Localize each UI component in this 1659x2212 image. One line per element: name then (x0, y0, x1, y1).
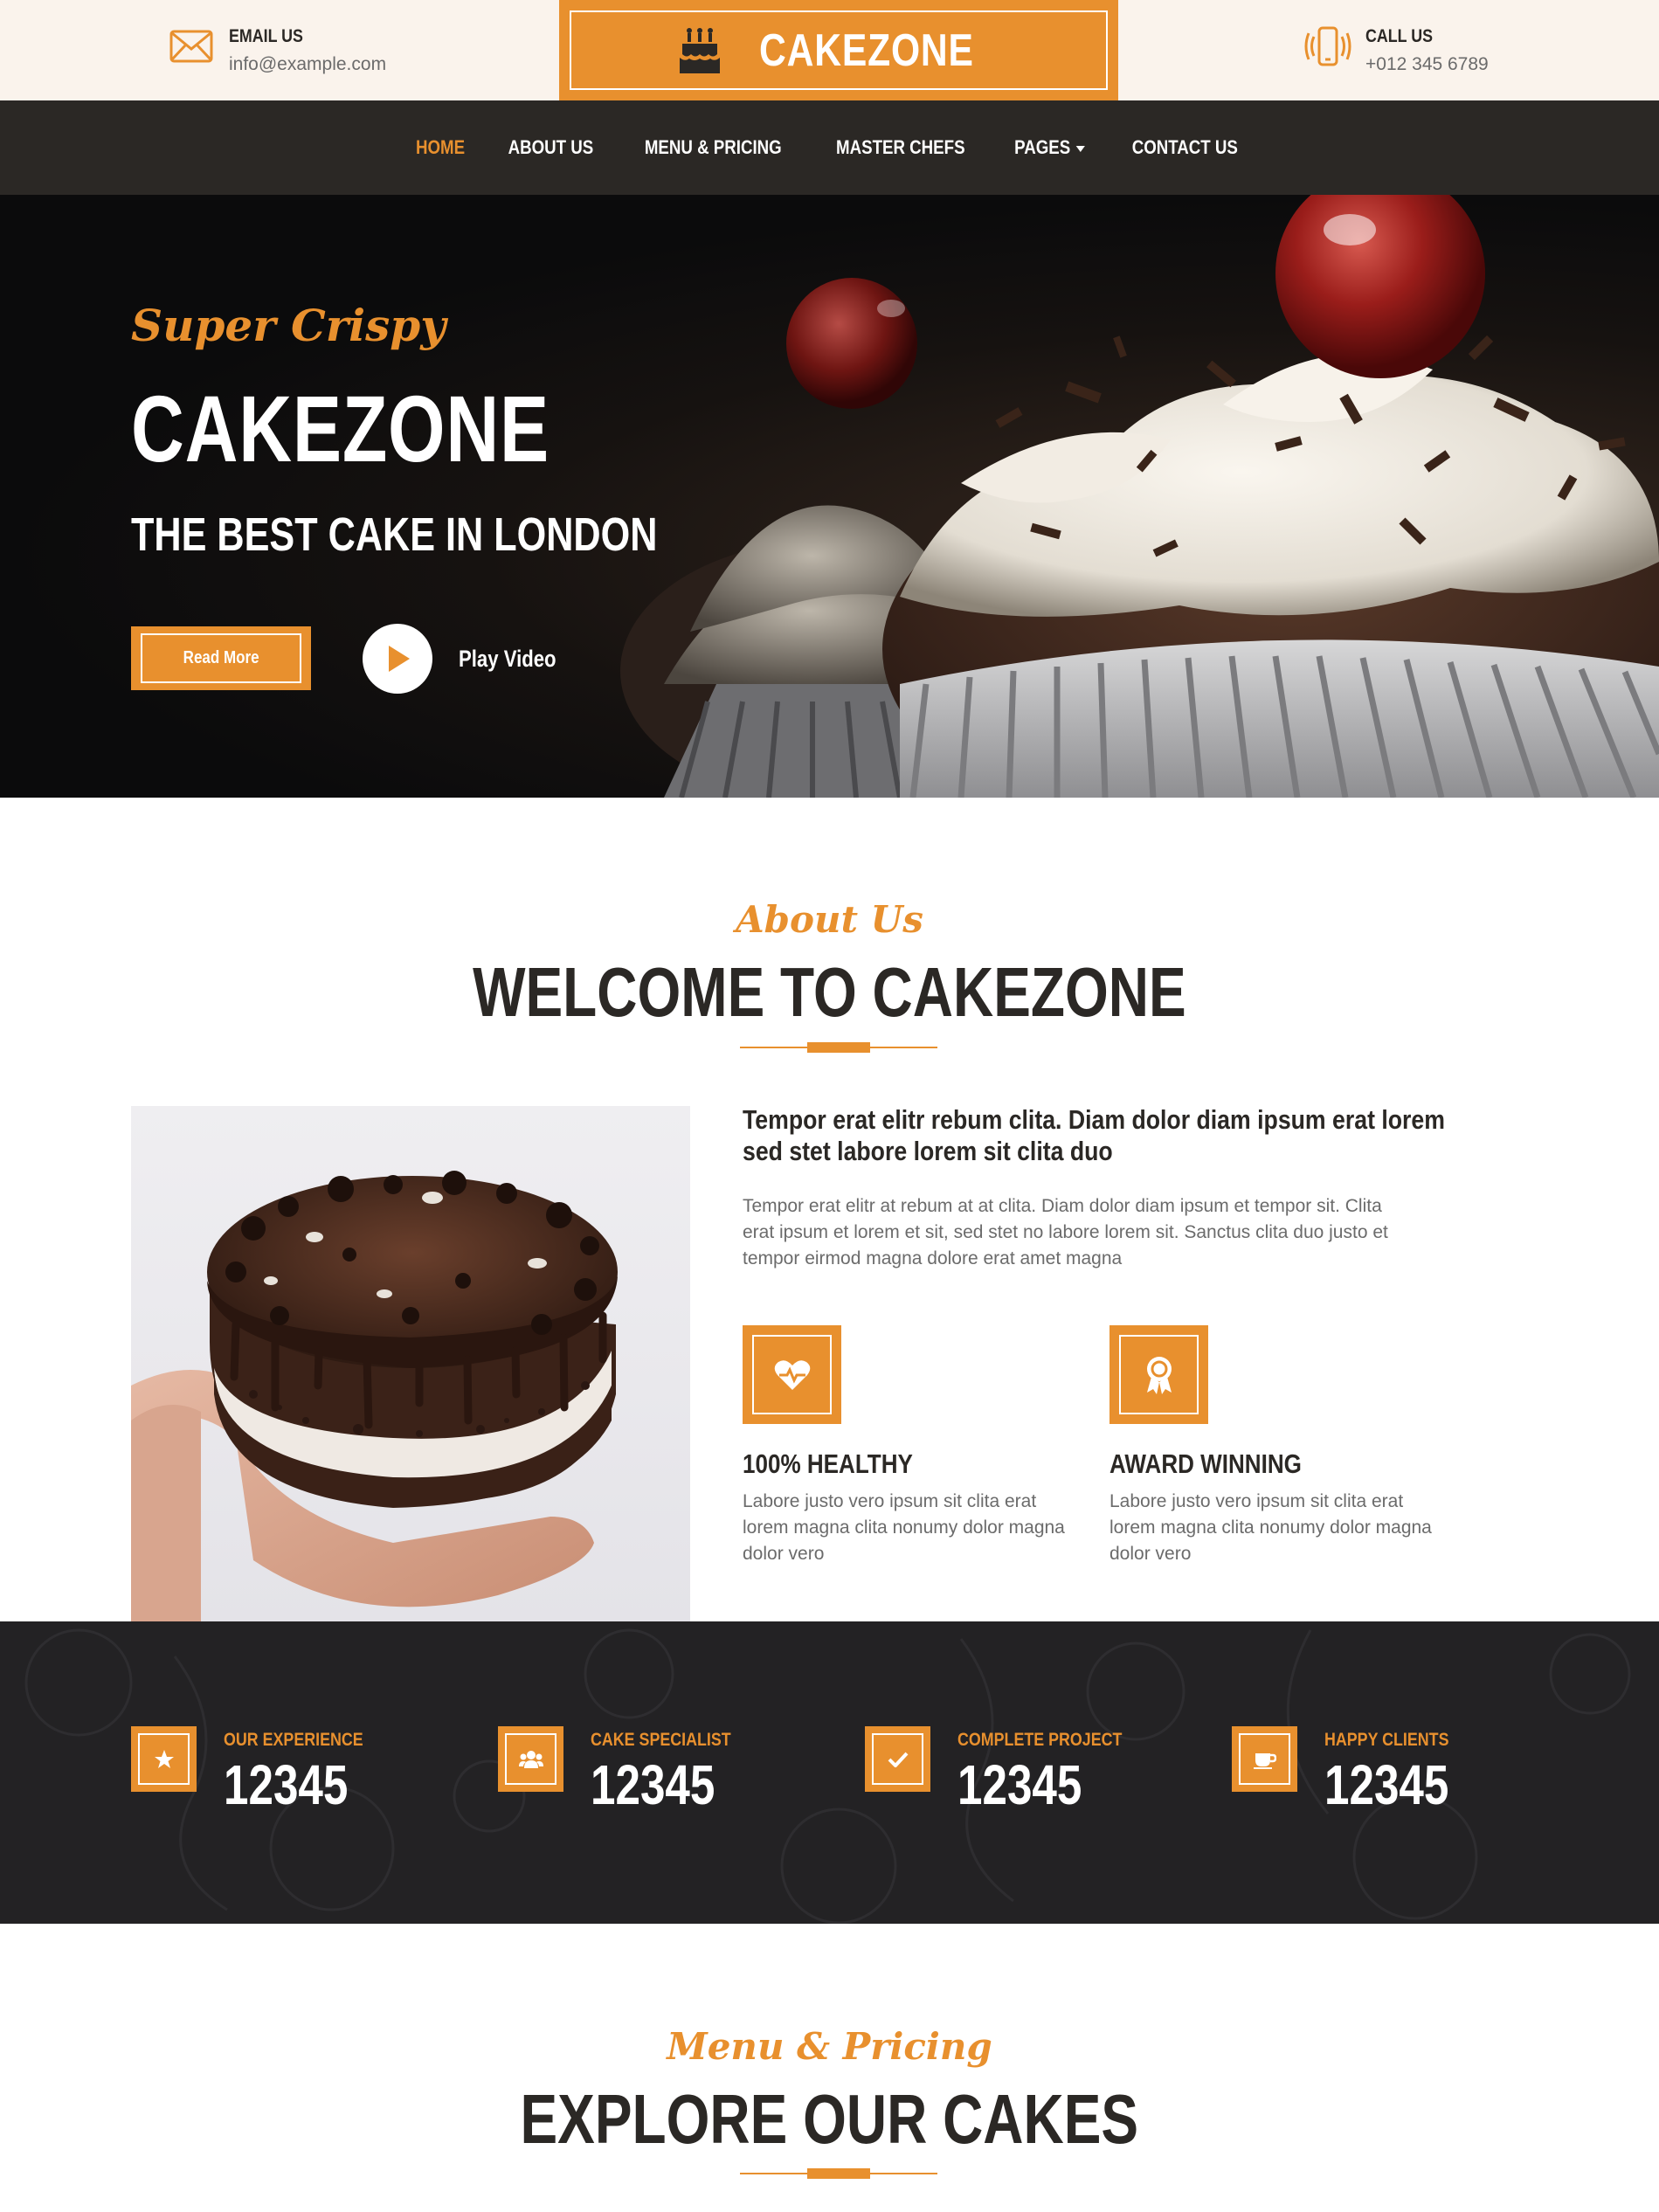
stat-experience-value: 12345 (224, 1753, 349, 1816)
nav-pages-label: PAGES (1014, 136, 1071, 158)
about-script-heading: About Us (736, 898, 923, 941)
nav-menu-pricing[interactable]: MENU & PRICING (645, 136, 782, 159)
feature-award-title: AWARD WINNING (1109, 1448, 1302, 1479)
nav-master-chefs[interactable]: MASTER CHEFS (836, 136, 965, 159)
brand-name: CAKEZONE (759, 24, 974, 76)
feature-healthy-text: Labore justo vero ipsum sit clita erat l… (743, 1491, 1065, 1564)
stat-projects-label: COMPLETE PROJECT (957, 1730, 1123, 1750)
stat-projects-value: 12345 (957, 1753, 1082, 1816)
hero-cupcake-image (620, 195, 1659, 798)
call-title: CALL US (1365, 26, 1434, 46)
check-icon (888, 1752, 908, 1767)
envelope-icon (169, 30, 213, 63)
stat-experience-icon-box (131, 1726, 197, 1792)
nav-pages-dropdown[interactable]: PAGES (1014, 136, 1086, 159)
top-bar: EMAIL US info@example.com CAKEZONE CALL … (0, 0, 1659, 100)
stat-experience-label: OUR EXPERIENCE (224, 1730, 363, 1750)
about-cake-image (131, 1106, 690, 1621)
users-icon (518, 1750, 543, 1768)
feature-award-text: Labore justo vero ipsum sit clita erat l… (1109, 1491, 1432, 1564)
email-contact[interactable]: EMAIL US info@example.com (168, 23, 386, 75)
menu-title-text: EXPLORE OUR CAKES (520, 2080, 1139, 2158)
phone-contact[interactable]: CALL US +012 345 6789 (1304, 23, 1489, 75)
hero-script-heading: Super Crispy (131, 300, 446, 351)
stat-experience: OUR EXPERIENCE 12345 (131, 1726, 388, 1817)
heart-pulse-icon (774, 1359, 810, 1390)
coffee-icon (1253, 1752, 1276, 1769)
stat-clients-value: 12345 (1324, 1753, 1449, 1816)
stat-specialist-label: CAKE SPECIALIST (591, 1730, 731, 1750)
stat-clients-label: HAPPY CLIENTS (1324, 1730, 1449, 1750)
feature-healthy: 100% HEALTHY Labore justo vero ipsum sit… (743, 1325, 1066, 1567)
brand-logo[interactable]: CAKEZONE (559, 0, 1118, 100)
menu-script-heading: Menu & Pricing (667, 2025, 992, 2068)
award-icon (1146, 1356, 1172, 1394)
star-icon (154, 1749, 174, 1768)
stat-specialist: CAKE SPECIALIST 12345 (498, 1726, 756, 1817)
stat-projects-icon-box (865, 1726, 930, 1792)
phone-vibrate-icon (1304, 26, 1351, 66)
feature-healthy-icon-box (743, 1325, 841, 1424)
nav-contact-us[interactable]: CONTACT US (1132, 136, 1238, 159)
hero-carousel: Super Crispy CAKEZONE THE BEST CAKE IN L… (0, 195, 1659, 798)
about-title-text: WELCOME TO CAKEZONE (473, 953, 1186, 1031)
email-value[interactable]: info@example.com (229, 54, 386, 75)
play-video-button[interactable] (363, 624, 432, 694)
nav-home[interactable]: HOME (416, 136, 465, 159)
stat-specialist-value: 12345 (591, 1753, 715, 1816)
play-icon (389, 646, 410, 672)
read-more-button[interactable]: Read More (131, 626, 311, 690)
menu-divider (740, 2168, 937, 2179)
nav-about-us[interactable]: ABOUT US (508, 136, 594, 159)
stat-clients-icon-box (1232, 1726, 1297, 1792)
about-title: WELCOME TO CAKEZONE (0, 952, 1659, 1033)
hero-title: CAKEZONE (131, 376, 550, 481)
chocolate-cake-photo (131, 1171, 618, 1621)
about-lead-text: Tempor erat elitr rebum clita. Diam dolo… (743, 1104, 1445, 1166)
feature-award-icon-box (1109, 1325, 1208, 1424)
read-more-label: Read More (183, 648, 259, 667)
hero-subtitle: THE BEST CAKE IN LONDON (131, 508, 658, 561)
feature-healthy-title: 100% HEALTHY (743, 1448, 913, 1479)
stat-clients: HAPPY CLIENTS 12345 (1232, 1726, 1480, 1817)
birthday-cake-icon (680, 27, 721, 73)
stat-specialist-icon-box (498, 1726, 563, 1792)
main-navigation: HOME ABOUT US MENU & PRICING MASTER CHEF… (0, 100, 1659, 195)
read-more-frame: Read More (141, 633, 301, 683)
email-title: EMAIL US (229, 26, 303, 46)
stats-section: OUR EXPERIENCE 12345 CAKE SPECIALIST 123… (0, 1621, 1659, 1924)
call-value[interactable]: +012 345 6789 (1365, 54, 1489, 75)
caret-down-icon (1076, 145, 1086, 152)
brand-logo-frame: CAKEZONE (570, 10, 1108, 90)
play-video-label[interactable]: Play Video (459, 646, 556, 673)
stat-projects: COMPLETE PROJECT 12345 (865, 1726, 1151, 1817)
feature-award: AWARD WINNING Labore justo vero ipsum si… (1109, 1325, 1433, 1567)
about-divider (740, 1042, 937, 1053)
menu-title: EXPLORE OUR CAKES (0, 2079, 1659, 2160)
about-body-text: Tempor erat elitr at rebum at at clita. … (743, 1196, 1388, 1268)
